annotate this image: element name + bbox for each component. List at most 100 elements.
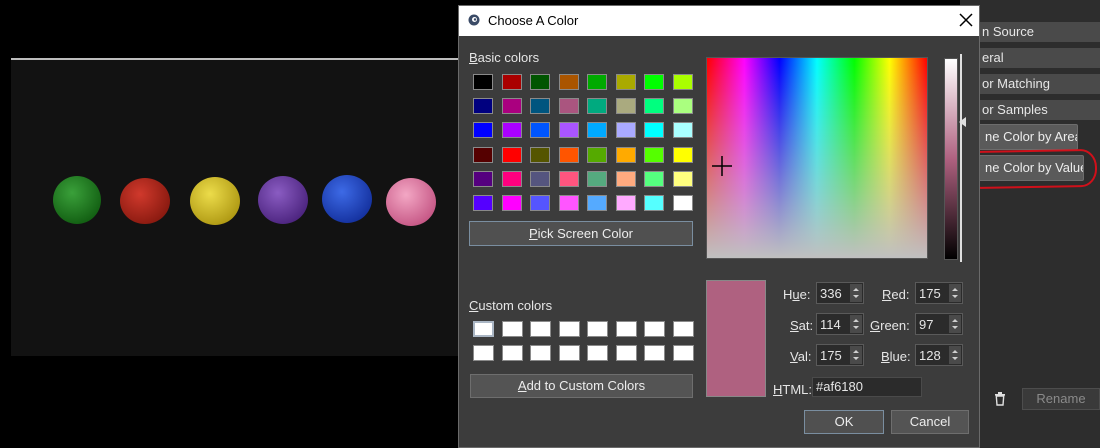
basic-color-swatch[interactable] (644, 98, 664, 115)
basic-color-swatch[interactable] (558, 74, 579, 90)
basic-color-swatch[interactable] (558, 122, 579, 139)
tree-item-source[interactable]: n Source (972, 22, 1100, 42)
basic-color-swatch[interactable] (530, 170, 550, 187)
basic-color-swatch[interactable] (473, 146, 493, 163)
basic-color-swatch[interactable] (501, 170, 522, 187)
html-hex-input[interactable]: #af6180 (812, 377, 922, 397)
close-icon[interactable] (957, 11, 975, 29)
luminance-arrow-icon[interactable] (959, 117, 966, 127)
red-spinbox[interactable]: 175 (915, 282, 963, 304)
rename-button[interactable]: Rename (1022, 388, 1100, 410)
basic-color-swatch[interactable] (530, 98, 550, 115)
red-candy (120, 178, 170, 224)
green-label: Green: (870, 318, 910, 333)
custom-color-swatch[interactable] (558, 345, 580, 361)
custom-color-swatch[interactable] (615, 345, 637, 361)
basic-color-swatch[interactable] (672, 195, 693, 211)
basic-color-swatch[interactable] (672, 74, 693, 90)
sat-spinbox[interactable]: 114 (816, 313, 864, 335)
basic-color-swatch[interactable] (530, 146, 550, 163)
custom-color-swatch[interactable] (587, 321, 608, 337)
basic-color-swatch[interactable] (644, 170, 664, 187)
basic-color-swatch[interactable] (587, 122, 607, 139)
basic-color-swatch[interactable] (644, 146, 664, 163)
pick-screen-color-button[interactable]: Pick Screen Color (469, 221, 693, 246)
tree-item-general[interactable]: eral (972, 48, 1100, 68)
basic-color-swatch[interactable] (644, 74, 664, 90)
basic-color-swatch[interactable] (501, 146, 522, 163)
basic-color-swatch[interactable] (587, 98, 607, 115)
basic-color-swatch[interactable] (615, 122, 636, 139)
custom-color-swatch[interactable] (530, 345, 551, 361)
basic-color-swatch[interactable] (558, 98, 579, 115)
green-spinbox[interactable]: 97 (915, 313, 963, 335)
basic-color-swatch[interactable] (558, 170, 579, 187)
ok-button[interactable]: OK (804, 410, 884, 434)
basic-color-swatch[interactable] (530, 195, 550, 211)
pink-candy (386, 178, 436, 226)
spin-arrows-icon[interactable] (850, 284, 862, 302)
basic-color-swatch[interactable] (530, 74, 550, 90)
tree-item-color-samples[interactable]: or Samples (972, 100, 1100, 120)
basic-color-swatch[interactable] (587, 146, 607, 163)
basic-color-swatch[interactable] (615, 170, 636, 187)
hue-spinbox[interactable]: 336 (816, 282, 864, 304)
custom-color-swatch[interactable] (558, 321, 580, 337)
custom-color-swatch[interactable] (644, 321, 665, 337)
basic-color-swatch[interactable] (615, 98, 636, 115)
custom-color-swatch[interactable] (644, 345, 665, 361)
basic-color-swatch[interactable] (473, 170, 493, 187)
tree-item-color-matching[interactable]: or Matching (972, 74, 1100, 94)
cancel-button[interactable]: Cancel (891, 410, 969, 434)
custom-color-swatch[interactable] (615, 321, 637, 337)
basic-color-swatch[interactable] (501, 195, 522, 211)
hue-saturation-spectrum[interactable] (706, 57, 928, 259)
basic-color-swatch[interactable] (473, 195, 493, 211)
blue-spinbox[interactable]: 128 (915, 344, 963, 366)
current-color-preview (706, 280, 766, 397)
luminance-slider[interactable] (944, 58, 958, 260)
purple-candy (258, 176, 308, 224)
custom-color-swatch[interactable] (473, 345, 494, 361)
basic-color-swatch[interactable] (473, 122, 493, 139)
spin-arrows-icon[interactable] (850, 346, 862, 364)
val-spinbox[interactable]: 175 (816, 344, 864, 366)
basic-color-swatch[interactable] (501, 98, 522, 115)
basic-color-swatch[interactable] (501, 74, 522, 90)
basic-color-swatch[interactable] (587, 195, 607, 211)
basic-color-swatch[interactable] (587, 74, 607, 90)
spin-arrows-icon[interactable] (949, 315, 961, 333)
trash-icon[interactable] (992, 391, 1008, 407)
spin-arrows-icon[interactable] (949, 284, 961, 302)
basic-color-swatch[interactable] (587, 170, 607, 187)
spin-arrows-icon[interactable] (949, 346, 961, 364)
add-to-custom-colors-button[interactable]: Add to Custom Colors (470, 374, 693, 398)
spin-arrows-icon[interactable] (850, 315, 862, 333)
basic-color-swatch[interactable] (473, 74, 493, 90)
basic-color-swatch[interactable] (558, 146, 579, 163)
basic-color-swatch[interactable] (558, 195, 579, 211)
basic-color-swatch[interactable] (672, 170, 693, 187)
basic-color-swatch[interactable] (644, 195, 664, 211)
basic-color-swatch[interactable] (530, 122, 550, 139)
custom-color-swatch[interactable] (587, 345, 608, 361)
basic-color-swatch[interactable] (501, 122, 522, 139)
define-color-by-area-button[interactable]: ne Color by Area (972, 124, 1078, 150)
custom-color-swatch[interactable] (672, 321, 694, 337)
app-eye-icon (468, 14, 480, 26)
custom-color-swatch[interactable] (473, 321, 494, 337)
blue-candy (322, 175, 372, 223)
custom-color-swatch[interactable] (530, 321, 551, 337)
custom-color-swatch[interactable] (501, 321, 523, 337)
basic-color-swatch[interactable] (615, 146, 636, 163)
basic-color-swatch[interactable] (672, 122, 693, 139)
title-bar: Choose A Color (459, 6, 979, 36)
basic-color-swatch[interactable] (672, 98, 693, 115)
basic-color-swatch[interactable] (644, 122, 664, 139)
basic-color-swatch[interactable] (672, 146, 693, 163)
basic-color-swatch[interactable] (615, 74, 636, 90)
basic-color-swatch[interactable] (615, 195, 636, 211)
basic-color-swatch[interactable] (473, 98, 493, 115)
custom-color-swatch[interactable] (672, 345, 694, 361)
custom-color-swatch[interactable] (501, 345, 523, 361)
